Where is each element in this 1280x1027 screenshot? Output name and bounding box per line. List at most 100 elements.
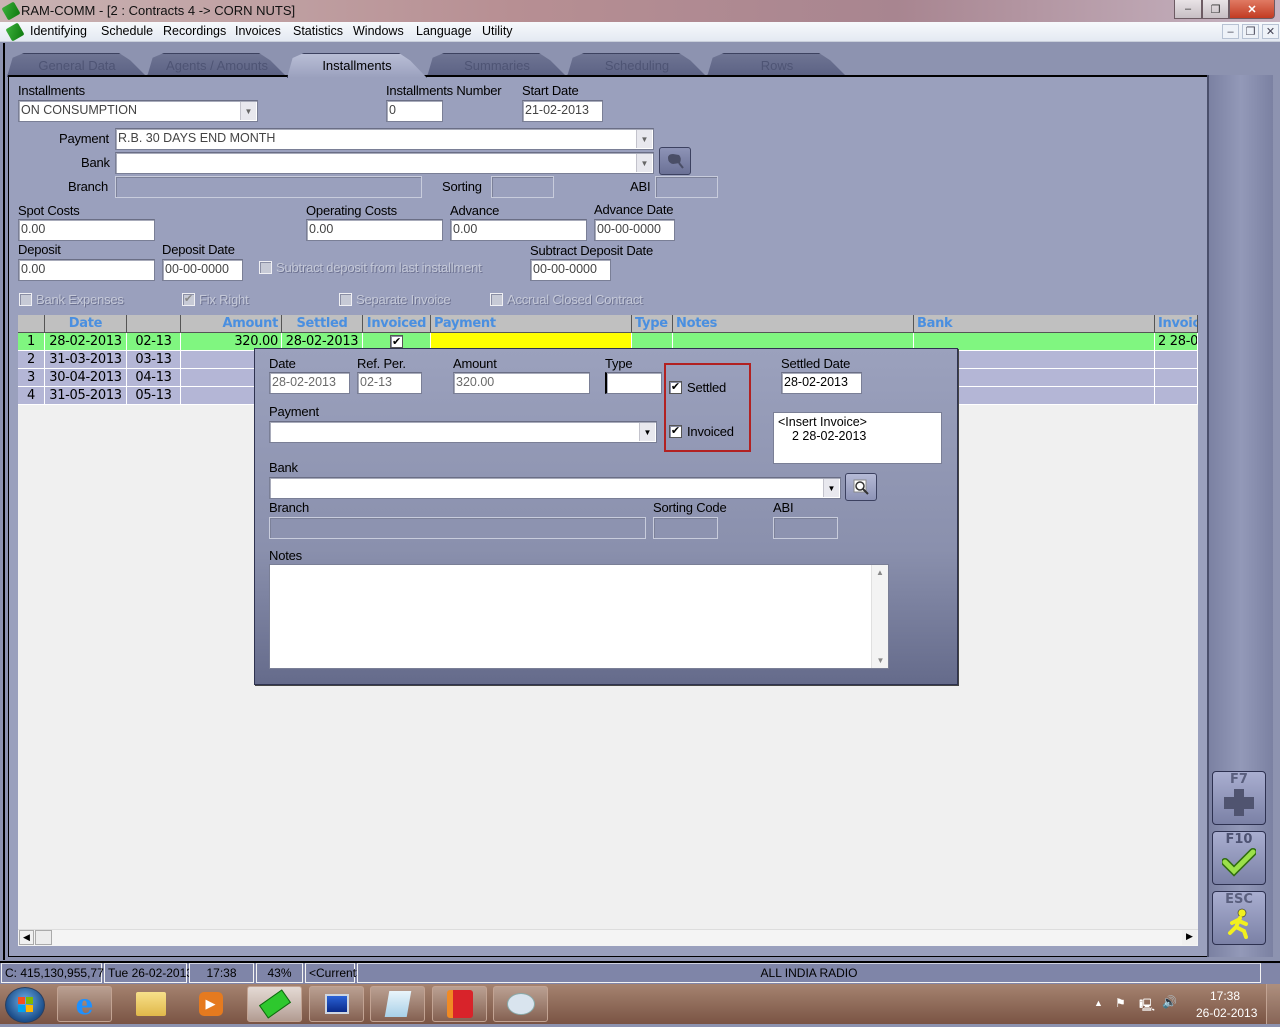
dlg-invoiced-checkbox[interactable]: ✔ [669, 425, 682, 438]
cell-invoice[interactable] [1155, 369, 1198, 387]
menu-language[interactable]: Language [416, 24, 472, 38]
taskbar-notepad[interactable] [370, 986, 425, 1022]
scrollbar-thumb[interactable] [35, 930, 52, 945]
operating-costs-input[interactable]: 0.00 [306, 219, 443, 241]
column-header-invoiced[interactable]: Invoiced [363, 315, 431, 333]
horizontal-scrollbar[interactable] [18, 929, 1198, 946]
fix-right-checkbox[interactable]: ✔ [182, 293, 195, 306]
accrual-closed-contract-checkbox[interactable] [490, 293, 503, 306]
chevron-down-icon[interactable]: ▼ [823, 479, 839, 497]
bank-select[interactable]: ▼ [115, 152, 654, 174]
payment-select[interactable]: R.B. 30 DAYS END MONTH ▼ [115, 128, 654, 150]
action-center-flag-icon[interactable]: ⚑ [1115, 996, 1126, 1010]
invoice-list-item[interactable]: <Insert Invoice> [778, 415, 937, 429]
branch-input[interactable] [115, 176, 422, 198]
column-header-ref-period[interactable] [127, 315, 181, 333]
menu-utility[interactable]: Utility [482, 24, 513, 38]
cell-date[interactable]: 31-05-2013 [45, 387, 127, 405]
scroll-up-arrow-icon[interactable]: ▲ [872, 568, 888, 577]
cell-ref-period[interactable]: 04-13 [127, 369, 181, 387]
subtract-deposit-date-input[interactable]: 00-00-0000 [530, 259, 611, 281]
chevron-down-icon[interactable]: ▼ [636, 130, 652, 148]
minimize-button[interactable]: – [1174, 0, 1202, 19]
cell-date[interactable]: 30-04-2013 [45, 369, 127, 387]
deposit-date-input[interactable]: 00-00-0000 [162, 259, 243, 281]
dlg-refper-input[interactable]: 02-13 [357, 372, 422, 394]
column-header-payment[interactable]: Payment [431, 315, 632, 333]
separate-invoice-checkbox[interactable] [339, 293, 352, 306]
taskbar-acrobat-reader[interactable] [432, 986, 487, 1022]
cell-invoice[interactable] [1155, 351, 1198, 369]
mdi-minimize-button[interactable]: – [1222, 24, 1239, 39]
cell-ref-period[interactable]: 05-13 [127, 387, 181, 405]
show-desktop-button[interactable] [1266, 984, 1280, 1024]
column-header-date[interactable]: Date [45, 315, 127, 333]
column-header-settled[interactable]: Settled [282, 315, 363, 333]
menu-schedule[interactable]: Schedule [101, 24, 153, 38]
invoiced-checkbox[interactable]: ✔ [390, 335, 403, 348]
notes-scrollbar[interactable]: ▲ ▼ [871, 565, 888, 668]
cell-date[interactable]: 28-02-2013 [45, 333, 127, 351]
dlg-notes-textarea[interactable]: ▲ ▼ [269, 564, 889, 669]
network-icon[interactable]: 🖳 [1139, 996, 1155, 1017]
chevron-down-icon[interactable]: ▼ [639, 423, 655, 441]
dlg-sorting-code-input[interactable] [653, 517, 718, 539]
column-header-type[interactable]: Type [632, 315, 673, 333]
abi-input[interactable] [655, 176, 718, 198]
cell-ref-period[interactable]: 03-13 [127, 351, 181, 369]
scroll-right-arrow-icon[interactable]: ▶ [1182, 930, 1197, 945]
clock-time[interactable]: 17:38 [1210, 989, 1240, 1003]
cell-row-number[interactable]: 3 [18, 369, 45, 387]
menu-windows[interactable]: Windows [353, 24, 404, 38]
menu-recordings[interactable]: Recordings [163, 24, 226, 38]
restore-button[interactable]: ❐ [1202, 0, 1229, 19]
column-header-amount[interactable]: Amount [181, 315, 282, 333]
cell-ref-period[interactable]: 02-13 [127, 333, 181, 351]
dlg-bank-select[interactable]: ▼ [269, 477, 841, 499]
invoice-list-item[interactable]: 2 28-02-2013 [778, 429, 937, 443]
cell-date[interactable]: 31-03-2013 [45, 351, 127, 369]
app-menu-icon[interactable] [5, 22, 25, 42]
menu-invoices[interactable]: Invoices [235, 24, 281, 38]
mdi-restore-button[interactable]: ❐ [1242, 24, 1259, 39]
taskbar-media-player[interactable]: ▶ [183, 986, 238, 1022]
dlg-branch-input[interactable] [269, 517, 646, 539]
chevron-down-icon[interactable]: ▼ [240, 102, 256, 120]
taskbar-remote-desktop[interactable] [309, 986, 364, 1022]
cell-row-number[interactable]: 2 [18, 351, 45, 369]
dlg-date-input[interactable]: 28-02-2013 [269, 372, 350, 394]
column-header-row-number[interactable] [18, 315, 45, 333]
esc-button[interactable]: ESC [1212, 891, 1266, 945]
mdi-close-button[interactable]: ✕ [1262, 24, 1279, 39]
scroll-down-arrow-icon[interactable]: ▼ [872, 656, 889, 665]
dlg-abi-input[interactable] [773, 517, 838, 539]
menu-identifying[interactable]: Identifying [30, 24, 87, 38]
sorting-input[interactable] [491, 176, 554, 198]
advance-input[interactable]: 0.00 [450, 219, 587, 241]
volume-icon[interactable]: 🔊 [1162, 995, 1177, 1009]
taskbar-file-explorer[interactable] [123, 986, 178, 1022]
dlg-bank-search-button[interactable] [845, 473, 877, 501]
deposit-input[interactable]: 0.00 [18, 259, 155, 281]
dlg-settled-checkbox[interactable]: ✔ [669, 381, 682, 394]
close-button[interactable]: ✕ [1229, 0, 1275, 19]
start-date-input[interactable]: 21-02-2013 [522, 100, 603, 122]
cell-row-number[interactable]: 4 [18, 387, 45, 405]
show-hidden-icons-icon[interactable]: ▲ [1094, 998, 1103, 1008]
bank-expenses-checkbox[interactable] [19, 293, 32, 306]
installments-select[interactable]: ON CONSUMPTION ▼ [18, 100, 258, 122]
f7-button[interactable]: F7 [1212, 771, 1266, 825]
scroll-left-arrow-icon[interactable]: ◀ [19, 930, 34, 945]
start-button[interactable] [5, 987, 45, 1023]
dlg-invoice-list[interactable]: <Insert Invoice> 2 28-02-2013 [773, 412, 942, 464]
advance-date-input[interactable]: 00-00-0000 [594, 219, 675, 241]
column-header-bank[interactable]: Bank [914, 315, 1155, 333]
cell-row-number[interactable]: 1 [18, 333, 45, 351]
menu-statistics[interactable]: Statistics [293, 24, 343, 38]
taskbar-paint[interactable] [493, 986, 548, 1022]
taskbar-internet-explorer[interactable]: e [57, 986, 112, 1022]
dlg-amount-input[interactable]: 320.00 [453, 372, 590, 394]
installments-number-input[interactable]: 0 [386, 100, 443, 122]
subtract-deposit-checkbox[interactable] [259, 261, 272, 274]
chevron-down-icon[interactable]: ▼ [636, 154, 652, 172]
